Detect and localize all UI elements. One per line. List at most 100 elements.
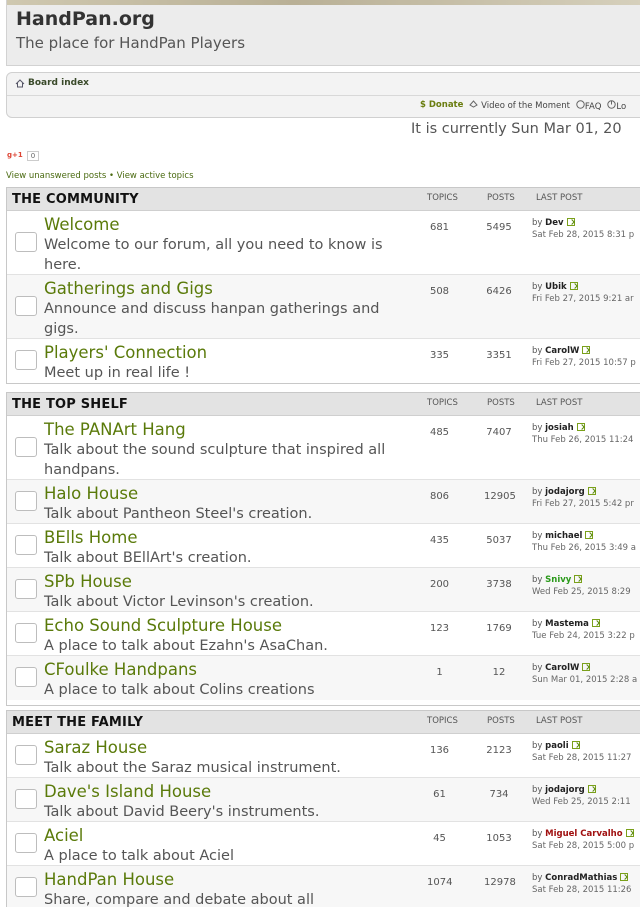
forum-description: Meet up in real life ! bbox=[44, 365, 191, 381]
last-post-author: by Miguel Carvalho bbox=[532, 829, 634, 839]
last-post-date: Sat Feb 28, 2015 11:27 bbox=[532, 753, 632, 763]
author-link[interactable]: Dev bbox=[545, 218, 563, 228]
forum-name[interactable]: Echo Sound Sculpture House bbox=[44, 616, 282, 635]
nav-links: $ Donate Video of the Moment FAQ Lo bbox=[420, 100, 626, 112]
forum-name[interactable]: The PANArt Hang bbox=[44, 420, 186, 439]
donate-link[interactable]: $ Donate bbox=[420, 100, 463, 112]
last-post-author: by jodajorg bbox=[532, 487, 596, 497]
author-link[interactable]: jodajorg bbox=[545, 487, 585, 497]
last-post-author: by michael bbox=[532, 531, 594, 541]
forum-name[interactable]: Welcome bbox=[44, 215, 119, 234]
author-link[interactable]: ConradMathias bbox=[545, 873, 617, 883]
topics-count: 123 bbox=[429, 623, 450, 634]
forum-row[interactable]: Echo Sound Sculpture House A place to ta… bbox=[7, 612, 640, 656]
goto-post-icon[interactable] bbox=[571, 741, 580, 749]
by-label: by bbox=[532, 575, 543, 585]
goto-post-icon[interactable] bbox=[625, 829, 634, 837]
topics-count: 136 bbox=[429, 745, 450, 756]
goto-post-icon[interactable] bbox=[576, 423, 585, 431]
posts-count: 5495 bbox=[486, 222, 512, 233]
author-link[interactable]: josiah bbox=[545, 423, 574, 433]
unanswered-posts-link[interactable]: View unanswered posts bbox=[6, 171, 106, 181]
goto-post-icon[interactable] bbox=[585, 531, 594, 539]
goto-post-icon[interactable] bbox=[620, 873, 629, 881]
current-time: It is currently Sun Mar 01, 20 bbox=[411, 121, 622, 137]
forum-name[interactable]: Saraz House bbox=[44, 738, 147, 757]
goto-post-icon[interactable] bbox=[582, 663, 591, 671]
forum-row[interactable]: CFoulke Handpans A place to talk about C… bbox=[7, 656, 640, 700]
forum-row[interactable]: BElls Home Talk about BEllArt's creation… bbox=[7, 524, 640, 568]
forum-name[interactable]: Halo House bbox=[44, 484, 138, 503]
breadcrumb[interactable]: Board index bbox=[15, 78, 89, 88]
gplus-label[interactable]: g+1 bbox=[7, 151, 23, 161]
forum-row[interactable]: The PANArt Hang Talk about the sound scu… bbox=[7, 416, 640, 480]
forum-status-icon bbox=[15, 623, 37, 643]
author-link[interactable]: Snivy bbox=[545, 575, 571, 585]
author-link[interactable]: Mastema bbox=[545, 619, 589, 629]
forum-status-icon bbox=[15, 296, 37, 316]
last-post-date: Sat Feb 28, 2015 5:00 p bbox=[532, 841, 635, 851]
forum-description: A place to talk about Ezahn's AsaChan. bbox=[44, 638, 328, 654]
site-title[interactable]: HandPan.org bbox=[16, 8, 155, 30]
column-last-post: LAST POST bbox=[536, 193, 583, 203]
by-label: by bbox=[532, 346, 543, 356]
column-last-post: LAST POST bbox=[536, 716, 583, 726]
forum-status-icon bbox=[15, 232, 37, 252]
forum-row[interactable]: Welcome Welcome to our forum, all you ne… bbox=[7, 211, 640, 275]
forum-name[interactable]: SPb House bbox=[44, 572, 132, 591]
goto-post-icon[interactable] bbox=[591, 619, 600, 627]
active-topics-link[interactable]: View active topics bbox=[117, 171, 194, 181]
by-label: by bbox=[532, 873, 543, 883]
author-link[interactable]: paoli bbox=[545, 741, 569, 751]
posts-count: 12978 bbox=[484, 877, 516, 888]
forum-name[interactable]: BElls Home bbox=[44, 528, 137, 547]
last-post-date: Wed Feb 25, 2015 8:29 bbox=[532, 587, 631, 597]
forum-row[interactable]: Aciel A place to talk about Aciel 45 105… bbox=[7, 822, 640, 866]
video-link[interactable]: Video of the Moment bbox=[469, 100, 570, 112]
forum-row[interactable]: Halo House Talk about Pantheon Steel's c… bbox=[7, 480, 640, 524]
by-label: by bbox=[532, 282, 543, 292]
goto-post-icon[interactable] bbox=[569, 282, 578, 290]
forum-row[interactable]: Gatherings and Gigs Announce and discuss… bbox=[7, 275, 640, 339]
last-post-author: by Snivy bbox=[532, 575, 583, 585]
posts-count: 3738 bbox=[486, 579, 512, 590]
topics-count: 335 bbox=[429, 350, 450, 361]
author-link[interactable]: michael bbox=[545, 531, 582, 541]
forum-name[interactable]: HandPan House bbox=[44, 870, 174, 889]
goto-post-icon[interactable] bbox=[587, 785, 596, 793]
login-link[interactable]: Lo bbox=[607, 100, 626, 112]
posts-count: 1769 bbox=[486, 623, 512, 634]
forum-name[interactable]: Aciel bbox=[44, 826, 83, 845]
forum-name[interactable]: Players' Connection bbox=[44, 343, 207, 362]
forum-row[interactable]: SPb House Talk about Victor Levinson's c… bbox=[7, 568, 640, 612]
author-link[interactable]: jodajorg bbox=[545, 785, 585, 795]
goto-post-icon[interactable] bbox=[582, 346, 591, 354]
quick-links: View unanswered posts • View active topi… bbox=[6, 171, 194, 181]
goto-post-icon[interactable] bbox=[566, 218, 575, 226]
topics-count: 485 bbox=[429, 427, 450, 438]
forum-name[interactable]: CFoulke Handpans bbox=[44, 660, 197, 679]
goto-post-icon[interactable] bbox=[574, 575, 583, 583]
forum-row[interactable]: HandPan House Share, compare and debate … bbox=[7, 866, 640, 907]
google-plus-button[interactable]: g+1 0 bbox=[7, 151, 40, 161]
by-label: by bbox=[532, 829, 543, 839]
by-label: by bbox=[532, 619, 543, 629]
last-post-author: by Mastema bbox=[532, 619, 600, 629]
forum-name[interactable]: Gatherings and Gigs bbox=[44, 279, 213, 298]
author-link[interactable]: CarolW bbox=[545, 663, 579, 673]
faq-link[interactable]: FAQ bbox=[576, 100, 601, 112]
forum-description: Talk about Victor Levinson's creation. bbox=[44, 594, 314, 610]
author-link[interactable]: Ubik bbox=[545, 282, 567, 292]
by-label: by bbox=[532, 218, 543, 228]
board-index-link[interactable]: Board index bbox=[28, 78, 89, 88]
last-post-date: Sun Mar 01, 2015 2:28 a bbox=[532, 675, 638, 685]
posts-count: 6426 bbox=[486, 286, 512, 297]
author-link[interactable]: Miguel Carvalho bbox=[545, 829, 622, 839]
forum-row[interactable]: Players' Connection Meet up in real life… bbox=[7, 339, 640, 383]
forum-row[interactable]: Dave's Island House Talk about David Bee… bbox=[7, 778, 640, 822]
author-link[interactable]: CarolW bbox=[545, 346, 579, 356]
forum-name[interactable]: Dave's Island House bbox=[44, 782, 211, 801]
goto-post-icon[interactable] bbox=[587, 487, 596, 495]
forum-row[interactable]: Saraz House Talk about the Saraz musical… bbox=[7, 734, 640, 778]
last-post-date: Tue Feb 24, 2015 3:22 p bbox=[532, 631, 635, 641]
